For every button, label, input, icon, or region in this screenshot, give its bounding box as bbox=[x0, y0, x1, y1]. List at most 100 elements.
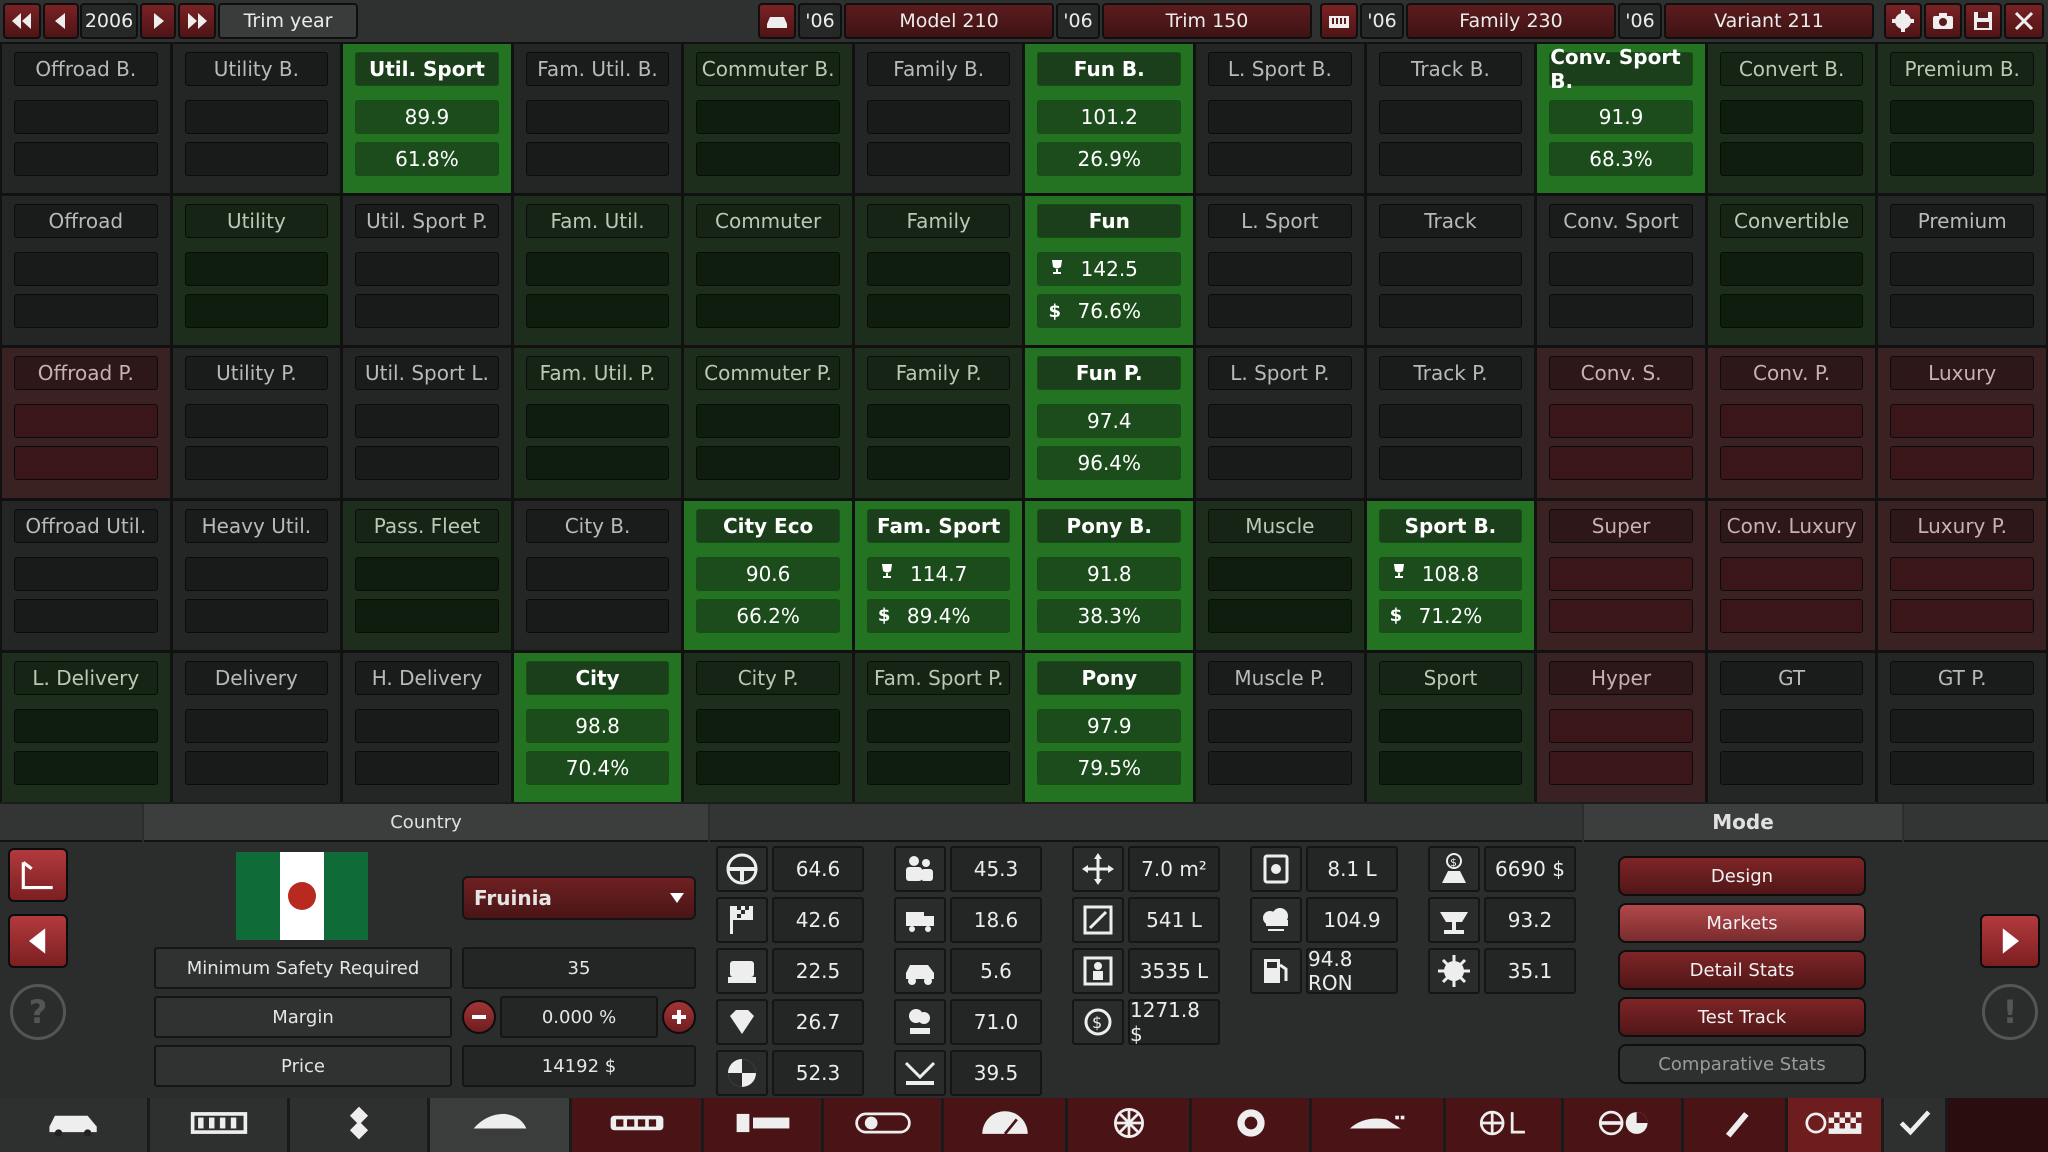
tab-aero[interactable] bbox=[1312, 1098, 1446, 1152]
tab-confirm[interactable] bbox=[1884, 1098, 1948, 1152]
market-cell[interactable]: Offroad Util. bbox=[2, 500, 170, 650]
market-cell[interactable]: Util. Sport L. bbox=[343, 348, 511, 498]
previous-year-button[interactable] bbox=[43, 3, 79, 39]
tab-engine-family[interactable] bbox=[572, 1098, 704, 1152]
country-dropdown[interactable]: Fruinia bbox=[462, 876, 696, 920]
family-selector[interactable]: Family 230 bbox=[1406, 3, 1616, 39]
mode-comparative-stats-button[interactable]: Comparative Stats bbox=[1618, 1044, 1866, 1084]
market-cell[interactable]: Utility bbox=[172, 196, 341, 346]
tab-tyres[interactable] bbox=[1192, 1098, 1312, 1152]
market-cell[interactable]: Sport bbox=[1366, 652, 1535, 802]
mode-design-button[interactable]: Design bbox=[1618, 856, 1866, 896]
market-cell[interactable]: City Eco 90.6 66.2% bbox=[684, 500, 852, 650]
tab-engine-layout[interactable] bbox=[704, 1098, 824, 1152]
market-cell[interactable]: Commuter B. bbox=[684, 44, 852, 194]
last-year-button[interactable] bbox=[178, 3, 216, 39]
market-cell[interactable]: City P. bbox=[684, 652, 852, 802]
trim-selector[interactable]: Trim 150 bbox=[1102, 3, 1312, 39]
market-cell[interactable]: Family bbox=[854, 196, 1023, 346]
market-cell[interactable]: Commuter bbox=[684, 196, 852, 346]
market-cell[interactable]: Conv. Luxury bbox=[1707, 500, 1876, 650]
variant-selector[interactable]: Variant 211 bbox=[1664, 3, 1874, 39]
tab-fuel-system[interactable] bbox=[944, 1098, 1068, 1152]
market-cell[interactable]: H. Delivery bbox=[343, 652, 511, 802]
market-cell[interactable]: Fam. Sport 114.7 $89.4% bbox=[854, 500, 1023, 650]
tab-chassis[interactable] bbox=[150, 1098, 290, 1152]
forward-button[interactable] bbox=[1980, 914, 2040, 968]
market-cell[interactable]: Fun 142.5 $76.6% bbox=[1025, 196, 1194, 346]
help-button[interactable]: ? bbox=[10, 984, 66, 1040]
first-year-button[interactable] bbox=[3, 3, 41, 39]
close-button[interactable] bbox=[2004, 3, 2044, 39]
market-cell[interactable]: Muscle bbox=[1196, 500, 1364, 650]
tab-body[interactable] bbox=[430, 1098, 572, 1152]
model-selector[interactable]: Model 210 bbox=[844, 3, 1054, 39]
trim-year-button[interactable]: Trim year bbox=[218, 3, 358, 39]
market-cell[interactable]: Conv. P. bbox=[1707, 348, 1876, 498]
market-cell[interactable]: Pass. Fleet bbox=[343, 500, 511, 650]
market-cell[interactable]: L. Sport B. bbox=[1196, 44, 1364, 194]
market-cell[interactable]: City 98.8 70.4% bbox=[513, 652, 682, 802]
market-cell[interactable]: Premium bbox=[1878, 196, 2046, 346]
market-cell[interactable]: Fam. Util. P. bbox=[513, 348, 682, 498]
tab-engine-tune[interactable] bbox=[824, 1098, 944, 1152]
margin-input[interactable]: 0.000 % bbox=[500, 996, 658, 1038]
market-cell[interactable]: Offroad P. bbox=[2, 348, 170, 498]
market-cell[interactable]: L. Delivery bbox=[2, 652, 170, 802]
market-cell[interactable]: Track bbox=[1366, 196, 1535, 346]
market-cell[interactable]: Conv. Sport B. 91.9 68.3% bbox=[1537, 44, 1705, 194]
market-cell[interactable]: Muscle P. bbox=[1196, 652, 1364, 802]
market-cell[interactable]: GT P. bbox=[1878, 652, 2046, 802]
market-cell[interactable]: Super bbox=[1537, 500, 1705, 650]
market-cell[interactable]: Offroad bbox=[2, 196, 170, 346]
market-cell[interactable]: GT bbox=[1707, 652, 1876, 802]
market-cell[interactable]: Pony 97.9 79.5% bbox=[1025, 652, 1194, 802]
mode-markets-button[interactable]: Markets bbox=[1618, 903, 1866, 943]
market-cell[interactable]: Convertible bbox=[1707, 196, 1876, 346]
margin-increase-button[interactable] bbox=[662, 1000, 696, 1034]
market-cell[interactable]: Heavy Util. bbox=[172, 500, 341, 650]
market-cell[interactable]: Conv. S. bbox=[1537, 348, 1705, 498]
next-year-button[interactable] bbox=[140, 3, 176, 39]
settings-button[interactable] bbox=[1884, 3, 1922, 39]
market-cell[interactable]: Family P. bbox=[854, 348, 1023, 498]
tab-tuning[interactable] bbox=[1684, 1098, 1788, 1152]
mode-test-track-button[interactable]: Test Track bbox=[1618, 997, 1866, 1037]
market-cell[interactable]: Luxury P. bbox=[1878, 500, 2046, 650]
margin-decrease-button[interactable] bbox=[462, 1000, 496, 1034]
tab-car-model[interactable] bbox=[0, 1098, 150, 1152]
model-button[interactable] bbox=[758, 3, 796, 39]
market-cell[interactable]: Sport B. 108.8 $71.2% bbox=[1366, 500, 1535, 650]
market-cell[interactable]: Family B. bbox=[854, 44, 1023, 194]
market-cell[interactable]: L. Sport P. bbox=[1196, 348, 1364, 498]
market-cell[interactable]: Hyper bbox=[1537, 652, 1705, 802]
tab-suspension[interactable] bbox=[290, 1098, 430, 1152]
save-button[interactable] bbox=[1964, 3, 2002, 39]
market-cell[interactable]: Util. Sport P. bbox=[343, 196, 511, 346]
market-cell[interactable]: Utility P. bbox=[172, 348, 341, 498]
market-cell[interactable]: Fun P. 97.4 96.4% bbox=[1025, 348, 1194, 498]
back-button[interactable] bbox=[8, 914, 68, 968]
market-cell[interactable]: Fam. Util. B. bbox=[513, 44, 682, 194]
market-cell[interactable]: Fun B. 101.2 26.9% bbox=[1025, 44, 1194, 194]
edit-geometry-button[interactable] bbox=[8, 848, 68, 902]
market-cell[interactable]: Premium B. bbox=[1878, 44, 2046, 194]
tab-drivetrain[interactable] bbox=[1068, 1098, 1192, 1152]
market-cell[interactable]: Convert B. bbox=[1707, 44, 1876, 194]
market-cell[interactable]: Fam. Util. bbox=[513, 196, 682, 346]
warning-button[interactable]: ! bbox=[1982, 984, 2038, 1040]
market-cell[interactable]: Utility B. bbox=[172, 44, 341, 194]
market-cell[interactable]: Track P. bbox=[1366, 348, 1535, 498]
market-cell[interactable]: Luxury bbox=[1878, 348, 2046, 498]
market-cell[interactable]: Fam. Sport P. bbox=[854, 652, 1023, 802]
market-cell[interactable]: Offroad B. bbox=[2, 44, 170, 194]
engine-family-button[interactable] bbox=[1320, 3, 1358, 39]
screenshot-button[interactable] bbox=[1924, 3, 1962, 39]
market-cell[interactable]: Delivery bbox=[172, 652, 341, 802]
market-cell[interactable]: Conv. Sport bbox=[1537, 196, 1705, 346]
tab-brakes[interactable] bbox=[1446, 1098, 1564, 1152]
market-cell[interactable]: L. Sport bbox=[1196, 196, 1364, 346]
market-cell[interactable]: Track B. bbox=[1366, 44, 1535, 194]
mode-detail-stats-button[interactable]: Detail Stats bbox=[1618, 950, 1866, 990]
market-cell[interactable]: Pony B. 91.8 38.3% bbox=[1025, 500, 1194, 650]
